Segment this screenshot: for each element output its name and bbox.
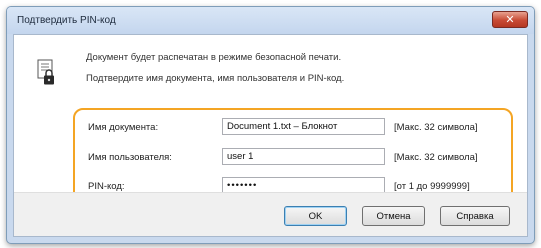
title-bar: Подтвердить PIN-код ✕ bbox=[7, 7, 534, 34]
dialog-title: Подтвердить PIN-код bbox=[17, 15, 116, 26]
message-line-1: Документ будет распечатан в режиме безоп… bbox=[86, 52, 342, 63]
document-lock-icon bbox=[37, 59, 54, 85]
user-name-label: Имя пользователя: bbox=[88, 152, 172, 163]
pin-hint: [от 1 до 9999999] bbox=[394, 181, 470, 192]
document-name-field[interactable]: Document 1.txt – Блокнот bbox=[222, 118, 385, 135]
pin-label: PIN-код: bbox=[88, 181, 125, 192]
document-name-label: Имя документа: bbox=[88, 122, 159, 133]
cancel-button[interactable]: Отмена bbox=[362, 206, 425, 226]
user-name-hint: [Макс. 32 символа] bbox=[394, 152, 478, 163]
help-button[interactable]: Справка bbox=[440, 206, 510, 226]
close-button[interactable]: ✕ bbox=[492, 11, 528, 28]
ok-button[interactable]: OK bbox=[284, 206, 347, 226]
user-name-field[interactable]: user 1 bbox=[222, 148, 385, 165]
message-line-2: Подтвердите имя документа, имя пользоват… bbox=[86, 73, 345, 84]
close-icon: ✕ bbox=[505, 14, 515, 26]
document-name-hint: [Макс. 32 символа] bbox=[394, 122, 478, 133]
